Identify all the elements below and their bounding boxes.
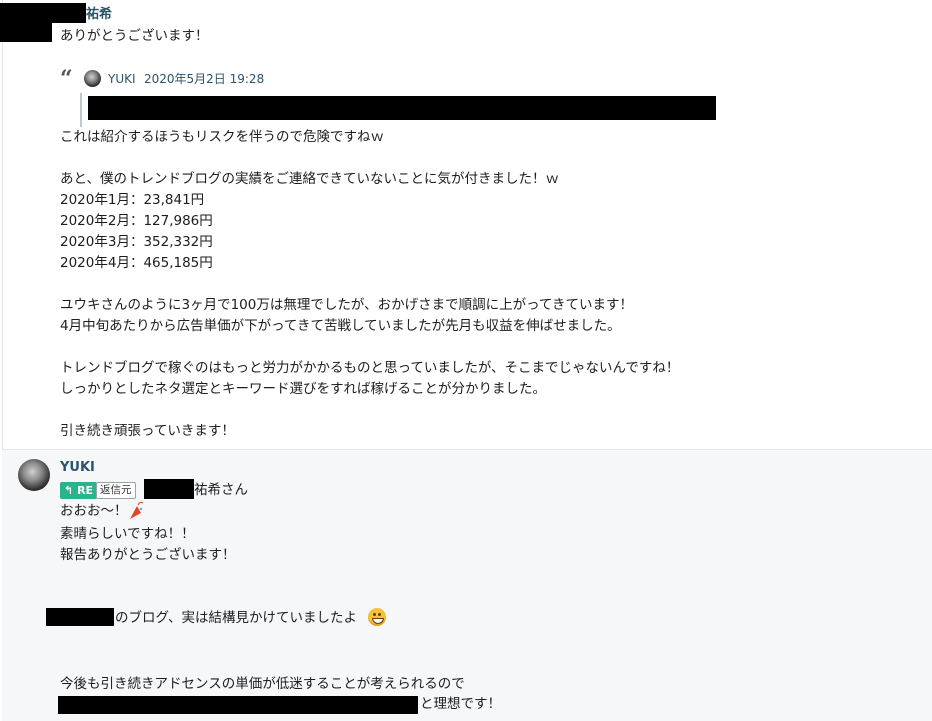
message-line: あと、僕のトレンドブログの実績をご連絡できていないことに気が付きました！ｗ bbox=[60, 171, 559, 187]
quote-bar bbox=[80, 93, 82, 127]
message-line: 2020年1月：23,841円 bbox=[60, 192, 205, 208]
redacted-addressee bbox=[144, 479, 194, 499]
message-line: のブログ、実は結構見かけていましたよ bbox=[115, 610, 358, 626]
message-line: トレンドブログで稼ぐのはもっと労力がかかるものと思っていましたが、そこまでじゃな… bbox=[60, 360, 680, 376]
re-label: RE bbox=[77, 484, 94, 497]
message-line: 今後も引き続きアドセンスの単価が低迷することが考えられるので bbox=[60, 676, 465, 692]
reply-source-button[interactable]: 返信元 bbox=[96, 482, 136, 499]
redacted-quote-text bbox=[88, 96, 716, 120]
party-popper-icon bbox=[130, 501, 144, 519]
message-line: 2020年4月：465,185円 bbox=[60, 255, 213, 271]
message-line: これは紹介するほうもリスクを伴うので危険ですねｗ bbox=[60, 129, 384, 145]
quote-datetime[interactable]: 2020年5月2日 19:28 bbox=[144, 69, 264, 89]
message-line: おおお〜！ bbox=[60, 503, 128, 519]
message-line: と理想です！ bbox=[420, 696, 501, 712]
sender-name-suffix[interactable]: 祐希 bbox=[86, 5, 112, 25]
quote-avatar bbox=[84, 70, 101, 87]
smile-emoji-icon bbox=[368, 608, 386, 626]
redacted-sender-name-2 bbox=[0, 20, 52, 42]
message-line: 2020年3月：352,332円 bbox=[60, 234, 213, 250]
sender-name[interactable]: YUKI bbox=[60, 458, 95, 478]
addressee: 祐希さん bbox=[194, 482, 248, 498]
message-line: 素晴らしいですね！！ bbox=[60, 526, 195, 542]
quote-icon: “ bbox=[60, 66, 73, 92]
avatar[interactable] bbox=[18, 459, 50, 491]
redacted-text bbox=[58, 696, 418, 714]
message-line: ユウキさんのように3ヶ月で100万は無理でしたが、おかげさまで順調に上がってきて… bbox=[60, 297, 634, 313]
reply-arrow-icon: ↰ bbox=[64, 484, 74, 497]
message-line: 2020年2月：127,986円 bbox=[60, 213, 213, 229]
redacted-blog-name bbox=[46, 608, 114, 626]
message-line: しっかりとしたネタ選定とキーワード選びをすれば稼げることが分かりました。 bbox=[60, 381, 546, 397]
message-line: 報告ありがとうございます！ bbox=[60, 547, 236, 563]
message-text: ありがとうございます！ bbox=[60, 28, 209, 44]
quote-author[interactable]: YUKI bbox=[108, 69, 136, 89]
message-line: 4月中旬あたりから広告単価が下がってきて苦戦していましたが先月も収益を伸ばせまし… bbox=[60, 318, 621, 334]
message-line: 引き続き頑張っていきます！ bbox=[60, 423, 235, 439]
re-badge[interactable]: ↰ RE bbox=[60, 482, 98, 499]
